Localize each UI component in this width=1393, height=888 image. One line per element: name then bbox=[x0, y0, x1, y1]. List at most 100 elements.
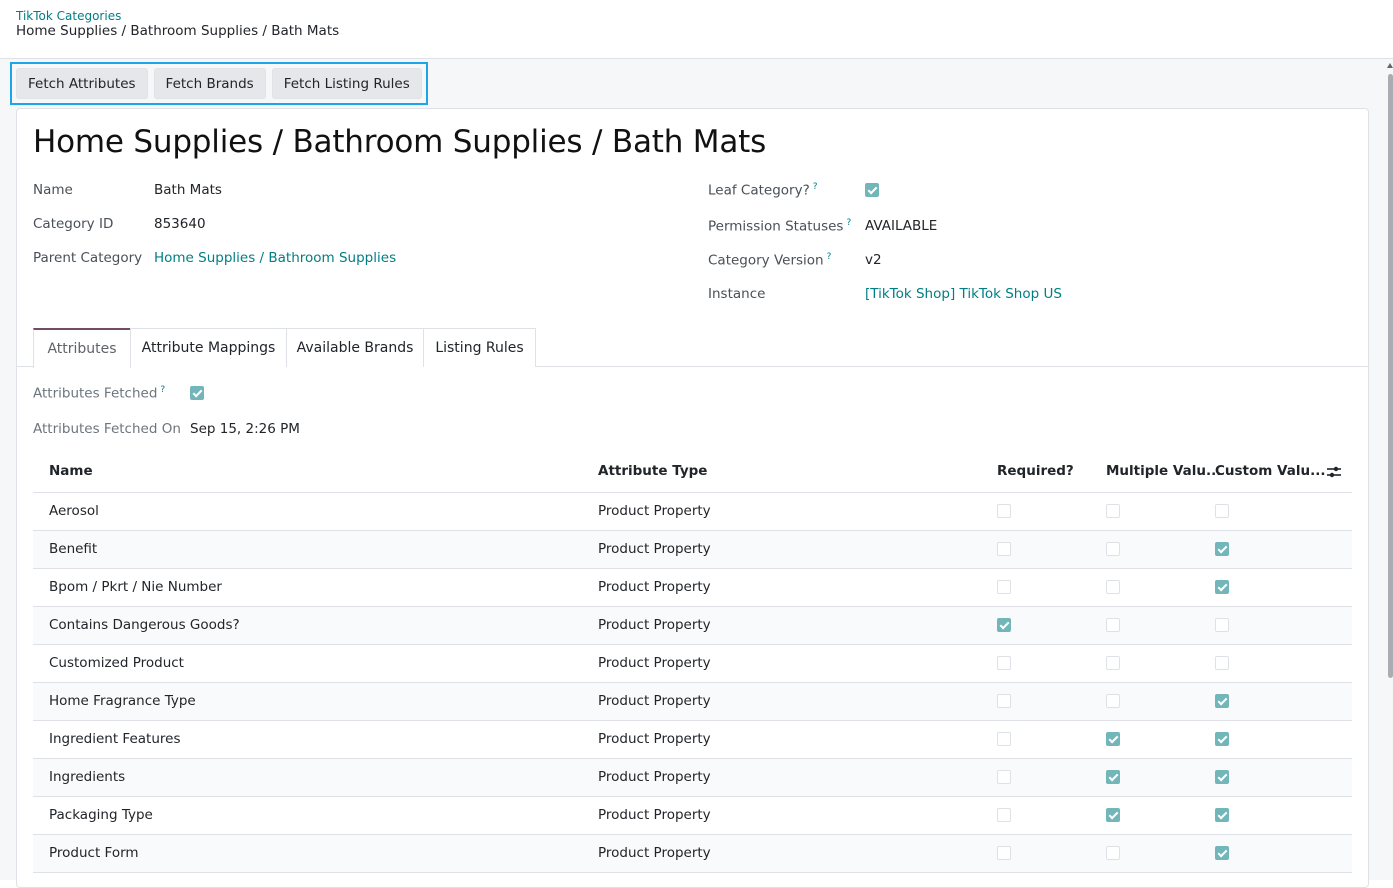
help-tooltip-icon[interactable]: ? bbox=[846, 218, 851, 228]
attribute-type-cell: Product Property bbox=[598, 731, 711, 747]
custom-checkbox bbox=[1215, 656, 1229, 670]
parent-category-label: Parent Category bbox=[33, 250, 143, 266]
required-checkbox bbox=[997, 580, 1011, 594]
custom-checkbox bbox=[1215, 770, 1229, 784]
required-checkbox bbox=[997, 770, 1011, 784]
name-label: Name bbox=[33, 182, 73, 198]
table-row[interactable]: Contains Dangerous Goods? Product Propert… bbox=[33, 607, 1352, 645]
custom-checkbox bbox=[1215, 808, 1229, 822]
table-row[interactable]: Benefit Product Property bbox=[33, 531, 1352, 569]
attribute-name-cell: Contains Dangerous Goods? bbox=[49, 617, 240, 633]
column-header-required[interactable]: Required? bbox=[997, 463, 1074, 479]
attribute-type-cell: Product Property bbox=[598, 807, 711, 823]
tab-available-brands[interactable]: Available Brands bbox=[286, 328, 424, 367]
column-header-custom-values[interactable]: Custom Valu... bbox=[1215, 463, 1326, 479]
instance-link[interactable]: [TikTok Shop] TikTok Shop US bbox=[865, 286, 1062, 302]
multiple-checkbox bbox=[1106, 808, 1120, 822]
required-checkbox bbox=[997, 504, 1011, 518]
attribute-type-cell: Product Property bbox=[598, 541, 711, 557]
attribute-name-cell: Product Form bbox=[49, 845, 139, 861]
help-tooltip-icon[interactable]: ? bbox=[827, 252, 832, 262]
attribute-name-cell: Ingredient Features bbox=[49, 731, 181, 747]
leaf-category-label: Leaf Category?? bbox=[708, 182, 818, 199]
table-row[interactable]: Product Form Product Property bbox=[33, 835, 1352, 873]
required-checkbox bbox=[997, 846, 1011, 860]
custom-checkbox bbox=[1215, 542, 1229, 556]
category-id-label: Category ID bbox=[33, 216, 114, 232]
attribute-name-cell: Packaging Type bbox=[49, 807, 153, 823]
optional-columns-toggle-icon[interactable] bbox=[1327, 466, 1341, 478]
category-version-label: Category Version? bbox=[708, 252, 832, 269]
multiple-checkbox bbox=[1106, 846, 1120, 860]
attribute-name-cell: Ingredients bbox=[49, 769, 126, 785]
table-row[interactable]: Packaging Type Product Property bbox=[33, 797, 1352, 835]
table-row[interactable]: Bpom / Pkrt / Nie Number Product Property bbox=[33, 569, 1352, 607]
attributes-fetched-checkbox[interactable] bbox=[190, 386, 204, 400]
multiple-checkbox bbox=[1106, 504, 1120, 518]
multiple-checkbox bbox=[1106, 732, 1120, 746]
name-value: Bath Mats bbox=[154, 182, 222, 198]
breadcrumb-current: Home Supplies / Bathroom Supplies / Bath… bbox=[16, 23, 340, 39]
leaf-category-checkbox[interactable] bbox=[865, 183, 879, 197]
scrollbar-thumb[interactable] bbox=[1388, 74, 1393, 678]
table-row[interactable]: Ingredients Product Property bbox=[33, 759, 1352, 797]
permission-statuses-value: AVAILABLE bbox=[865, 218, 938, 234]
help-tooltip-icon[interactable]: ? bbox=[813, 182, 818, 192]
record-title: Home Supplies / Bathroom Supplies / Bath… bbox=[33, 124, 767, 160]
attributes-fetched-on-value: Sep 15, 2:26 PM bbox=[190, 421, 300, 437]
attribute-name-cell: Benefit bbox=[49, 541, 98, 557]
required-checkbox bbox=[997, 808, 1011, 822]
attribute-type-cell: Product Property bbox=[598, 845, 711, 861]
breadcrumb-bar: TikTok Categories Home Supplies / Bathro… bbox=[0, 0, 1393, 59]
required-checkbox bbox=[997, 542, 1011, 556]
fetch-brands-button[interactable]: Fetch Brands bbox=[153, 68, 266, 99]
attribute-name-cell: Bpom / Pkrt / Nie Number bbox=[49, 579, 222, 595]
table-row[interactable]: Home Fragrance Type Product Property bbox=[33, 683, 1352, 721]
category-version-value: v2 bbox=[865, 252, 882, 268]
tab-attribute-mappings[interactable]: Attribute Mappings bbox=[130, 328, 287, 367]
custom-checkbox bbox=[1215, 694, 1229, 708]
attribute-name-cell: Aerosol bbox=[49, 503, 99, 519]
instance-label: Instance bbox=[708, 286, 766, 302]
required-checkbox bbox=[997, 732, 1011, 746]
custom-checkbox bbox=[1215, 732, 1229, 746]
custom-checkbox bbox=[1215, 618, 1229, 632]
tab-attributes[interactable]: Attributes bbox=[33, 328, 131, 368]
attributes-fetched-on-label: Attributes Fetched On bbox=[33, 421, 181, 437]
fetch-attributes-button[interactable]: Fetch Attributes bbox=[16, 68, 148, 99]
required-checkbox bbox=[997, 656, 1011, 670]
column-header-name[interactable]: Name bbox=[49, 463, 93, 479]
multiple-checkbox bbox=[1106, 580, 1120, 594]
tab-listing-rules[interactable]: Listing Rules bbox=[423, 328, 536, 367]
attribute-type-cell: Product Property bbox=[598, 769, 711, 785]
attributes-fetched-label: Attributes Fetched? bbox=[33, 385, 166, 402]
attribute-type-cell: Product Property bbox=[598, 579, 711, 595]
attribute-name-cell: Home Fragrance Type bbox=[49, 693, 196, 709]
required-checkbox bbox=[997, 618, 1011, 632]
action-button-group: Fetch Attributes Fetch Brands Fetch List… bbox=[10, 62, 428, 105]
scroll-up-arrow-icon[interactable] bbox=[1387, 63, 1393, 68]
parent-category-link[interactable]: Home Supplies / Bathroom Supplies bbox=[154, 250, 396, 266]
table-row[interactable]: Ingredient Features Product Property bbox=[33, 721, 1352, 759]
attribute-type-cell: Product Property bbox=[598, 503, 711, 519]
attribute-type-cell: Product Property bbox=[598, 617, 711, 633]
multiple-checkbox bbox=[1106, 618, 1120, 632]
permission-statuses-label: Permission Statuses? bbox=[708, 218, 852, 235]
breadcrumb-parent-link[interactable]: TikTok Categories bbox=[16, 9, 121, 23]
category-id-value: 853640 bbox=[154, 216, 206, 232]
column-header-multiple-values[interactable]: Multiple Valu... bbox=[1106, 463, 1221, 479]
table-row[interactable]: Customized Product Product Property bbox=[33, 645, 1352, 683]
custom-checkbox bbox=[1215, 580, 1229, 594]
help-tooltip-icon[interactable]: ? bbox=[160, 385, 165, 395]
table-row[interactable]: Aerosol Product Property bbox=[33, 493, 1352, 531]
attribute-type-cell: Product Property bbox=[598, 693, 711, 709]
attribute-name-cell: Customized Product bbox=[49, 655, 184, 671]
fetch-listing-rules-button[interactable]: Fetch Listing Rules bbox=[271, 68, 422, 99]
custom-checkbox bbox=[1215, 504, 1229, 518]
column-header-attribute-type[interactable]: Attribute Type bbox=[598, 463, 707, 479]
required-checkbox bbox=[997, 694, 1011, 708]
multiple-checkbox bbox=[1106, 770, 1120, 784]
multiple-checkbox bbox=[1106, 656, 1120, 670]
multiple-checkbox bbox=[1106, 542, 1120, 556]
multiple-checkbox bbox=[1106, 694, 1120, 708]
